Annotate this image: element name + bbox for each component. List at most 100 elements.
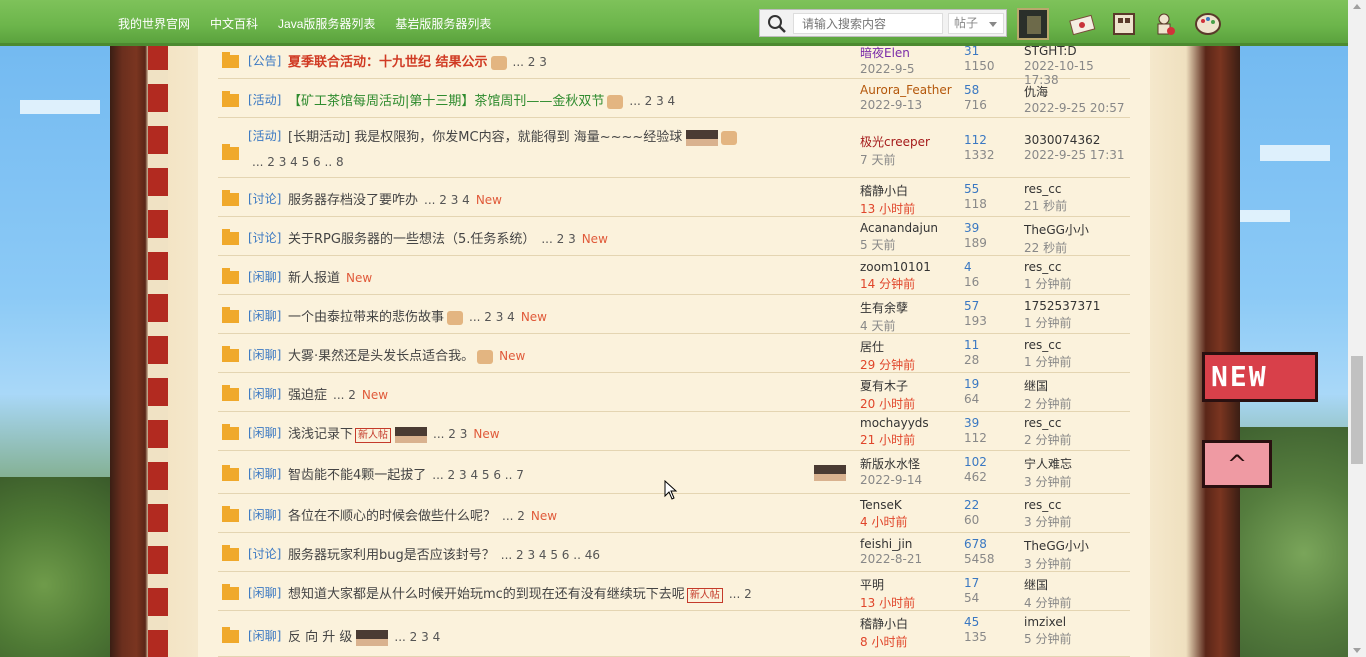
palette-icon[interactable] (1193, 9, 1223, 39)
author-link[interactable]: Acanandajun (860, 221, 938, 235)
thread-pages-links[interactable]: ... 2 3 4 (629, 94, 675, 108)
last-reply-time-link[interactable]: 3 分钟前 (1024, 473, 1072, 490)
thread-title-link[interactable]: 新人报道 (288, 271, 340, 286)
last-reply-user-link[interactable]: TheGG小小 (1024, 223, 1089, 237)
scroll-up-arrow-icon[interactable] (1353, 4, 1361, 9)
back-to-top-button[interactable]: ^ (1202, 440, 1272, 488)
reply-count[interactable]: 22 (964, 498, 979, 512)
thread-pages-links[interactable]: ... 2 3 4 5 6 .. 46 (501, 548, 600, 562)
thread-pages-links[interactable]: ... 2 (729, 587, 752, 601)
last-reply-user-link[interactable]: 继国 (1024, 379, 1048, 393)
thread-title-link[interactable]: 反 向 升 级 (288, 630, 352, 645)
thread-category-tag[interactable]: [闲聊] (248, 346, 281, 363)
thread-pages-links[interactable]: ... 2 (333, 388, 356, 402)
thread-title-link[interactable]: 服务器玩家利用bug是否应该封号？ (288, 548, 495, 563)
thread-pages-links[interactable]: ... 2 3 4 (394, 630, 440, 644)
author-link[interactable]: 新版水水怪 (860, 457, 920, 471)
thread-title-link[interactable]: 大雾·果然还是头发长点适合我。 (288, 349, 474, 364)
thread-title-link[interactable]: 想知道大家都是从什么时候开始玩mc的到现在还有没有继续玩下去呢 (288, 587, 685, 602)
thread-title-link[interactable]: 服务器存档没了要咋办 (288, 193, 418, 208)
last-reply-time-link[interactable]: 1 分钟前 (1024, 275, 1071, 292)
thread-category-tag[interactable]: [讨论] (248, 545, 281, 562)
new-flag-button[interactable]: NEW (1202, 352, 1318, 402)
thread-pages-links[interactable]: ... 2 3 (513, 55, 547, 69)
thread-pages-links[interactable]: ... 2 3 4 (469, 310, 515, 324)
thread-title-link[interactable]: 强迫症 (288, 388, 327, 403)
last-reply-user-link[interactable]: res_cc (1024, 338, 1062, 352)
last-reply-user-link[interactable]: TheGG小小 (1024, 539, 1089, 553)
profile-icon[interactable] (1151, 9, 1181, 39)
last-reply-user-link[interactable]: 仇海 (1024, 85, 1048, 99)
author-link[interactable]: 稽静小白 (860, 617, 908, 631)
thread-category-tag[interactable]: [闲聊] (248, 627, 281, 644)
thread-category-tag[interactable]: [讨论] (248, 229, 281, 246)
thread-title-link[interactable]: 一个由泰拉带来的悲伤故事 (288, 310, 444, 325)
thread-category-tag[interactable]: [闲聊] (248, 385, 281, 402)
last-reply-user-link[interactable]: res_cc (1024, 182, 1062, 196)
scrollbar-thumb[interactable] (1351, 356, 1363, 464)
reply-count[interactable]: 39 (964, 221, 987, 235)
thread-category-tag[interactable]: [活动] (248, 91, 281, 108)
nav-link-wiki[interactable]: 中文百科 (210, 15, 258, 32)
reply-count[interactable]: 58 (964, 83, 987, 97)
reply-count[interactable]: 678 (964, 537, 995, 551)
thread-category-tag[interactable]: [活动] (248, 127, 281, 144)
reply-count[interactable]: 11 (964, 338, 979, 352)
reply-count[interactable]: 31 (964, 44, 995, 58)
last-reply-user-link[interactable]: 3030074362 (1024, 133, 1100, 147)
thread-category-tag[interactable]: [闲聊] (248, 584, 281, 601)
last-reply-time-link[interactable]: 1 分钟前 (1024, 314, 1100, 331)
reply-count[interactable]: 102 (964, 455, 987, 469)
reply-count[interactable]: 57 (964, 299, 987, 313)
thread-category-tag[interactable]: [闲聊] (248, 465, 281, 482)
thread-pages-links[interactable]: ... 2 (502, 509, 525, 523)
thread-category-tag[interactable]: [讨论] (248, 190, 281, 207)
thread-pages-links[interactable]: ... 2 3 4 (424, 193, 470, 207)
last-reply-time-link[interactable]: 22 秒前 (1024, 239, 1089, 256)
nav-link-java-servers[interactable]: Java版服务器列表 (278, 15, 375, 32)
thread-pages-links[interactable]: ... 2 3 (433, 427, 467, 441)
thread-pages-links[interactable]: ... 2 3 4 5 6 .. 7 (432, 468, 524, 482)
avatar[interactable] (1017, 8, 1049, 40)
messages-icon[interactable] (1067, 9, 1097, 39)
author-link[interactable]: feishi_jin (860, 537, 912, 551)
search-input[interactable] (793, 13, 943, 34)
last-reply-user-link[interactable]: res_cc (1024, 260, 1062, 274)
vertical-scrollbar[interactable] (1348, 0, 1366, 657)
last-reply-time-link[interactable]: 21 秒前 (1024, 197, 1067, 214)
author-link[interactable]: mochayyds (860, 416, 929, 430)
last-reply-time-link[interactable]: 1 分钟前 (1024, 353, 1071, 370)
author-link[interactable]: TenseK (860, 498, 902, 512)
last-reply-time-link[interactable]: 2 分钟前 (1024, 395, 1071, 412)
author-link[interactable]: 夏有木子 (860, 379, 908, 393)
reply-count[interactable]: 112 (964, 133, 995, 147)
inventory-icon[interactable] (1109, 9, 1139, 39)
last-reply-time-link[interactable]: 4 分钟前 (1024, 594, 1071, 611)
last-reply-user-link[interactable]: imzixel (1024, 615, 1066, 629)
last-reply-time-link[interactable]: 2 分钟前 (1024, 431, 1071, 448)
reply-count[interactable]: 55 (964, 182, 987, 196)
thread-title-link[interactable]: 夏季联合活动：十九世纪 结果公示 (288, 55, 488, 70)
thread-title-link[interactable]: 关于RPG服务器的一些想法（5.任务系统） (288, 232, 535, 247)
thread-title-link[interactable]: 【矿工茶馆每周活动|第十三期】茶馆周刊——金秋双节 (288, 94, 604, 109)
reply-count[interactable]: 17 (964, 576, 979, 590)
thread-category-tag[interactable]: [闲聊] (248, 268, 281, 285)
last-reply-time-link[interactable]: 2022-9-25 20:57 (1024, 101, 1125, 115)
last-reply-user-link[interactable]: 继国 (1024, 578, 1048, 592)
last-reply-user-link[interactable]: STGHT:D (1024, 44, 1077, 58)
thread-title-link[interactable]: 各位在不顺心的时候会做些什么呢？ (288, 509, 496, 524)
thread-title-link[interactable]: 浅浅记录下 (288, 427, 353, 442)
last-reply-time-link[interactable]: 3 分钟前 (1024, 513, 1071, 530)
last-reply-time-link[interactable]: 2022-9-25 17:31 (1024, 148, 1125, 162)
reply-count[interactable]: 39 (964, 416, 987, 430)
thread-title-link[interactable]: [长期活动] 我是权限狗，你发MC内容，就能得到 海量~~~~经验球 (288, 130, 682, 145)
reply-count[interactable]: 45 (964, 615, 987, 629)
nav-link-bedrock-servers[interactable]: 基岩版服务器列表 (395, 15, 491, 32)
author-link[interactable]: Aurora_Feather (860, 83, 952, 97)
thread-title-link[interactable]: 智齿能不能4颗一起拔了 (288, 468, 426, 483)
nav-link-official[interactable]: 我的世界官网 (118, 15, 190, 32)
search-scope-select[interactable]: 帖子 (948, 13, 1004, 34)
thread-category-tag[interactable]: [闲聊] (248, 424, 281, 441)
thread-pages-links[interactable]: ... 2 3 4 5 6 .. 8 (252, 155, 344, 169)
thread-category-tag[interactable]: [闲聊] (248, 307, 281, 324)
